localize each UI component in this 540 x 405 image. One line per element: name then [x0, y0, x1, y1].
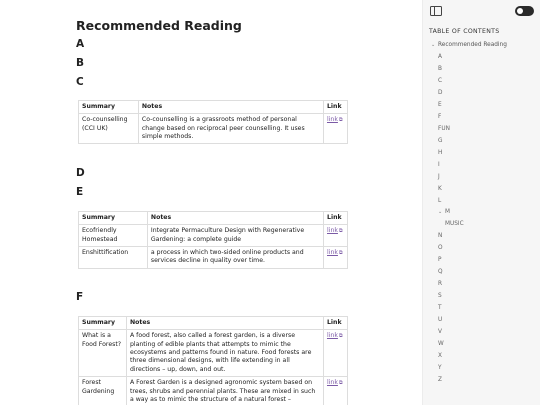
link-cell: link⧉	[322, 376, 349, 405]
toc-item-p[interactable]: P	[438, 257, 442, 263]
column-header-summary: Summary	[78, 210, 148, 226]
external-link[interactable]: link	[327, 379, 338, 386]
notes-cell: Integrate Permaculture Design with Regen…	[146, 224, 325, 248]
column-header-notes: Notes	[125, 315, 324, 331]
toc-item-r[interactable]: R	[438, 281, 442, 287]
reading-table-e: Summary Notes Link Ecofriendly Homestead…	[78, 210, 348, 269]
summary-cell: Ecofriendly Homestead	[78, 224, 148, 248]
toc-item-g[interactable]: G	[438, 138, 443, 144]
reading-table-f: Summary Notes Link What is a Food Forest…	[78, 315, 349, 405]
heading-f: F	[76, 291, 84, 303]
external-link-icon: ⧉	[338, 250, 343, 257]
notes-cell: Co-counselling is a grassroots method of…	[137, 113, 324, 145]
toc-item-m[interactable]: M	[445, 209, 450, 215]
toc-item-u[interactable]: U	[438, 317, 442, 323]
column-header-notes: Notes	[137, 99, 324, 115]
toc-item-d[interactable]: D	[438, 90, 442, 96]
toc-item-x[interactable]: X	[438, 353, 442, 359]
toc-item-a[interactable]: A	[438, 54, 442, 60]
toc-item-v[interactable]: V	[438, 329, 442, 335]
toc-item-w[interactable]: W	[438, 341, 444, 347]
toc-item-o[interactable]: O	[438, 245, 443, 251]
heading-e: E	[76, 186, 84, 198]
link-cell: link⧉	[323, 246, 348, 269]
column-header-summary: Summary	[78, 99, 139, 115]
toggle-knob	[517, 8, 523, 14]
external-link[interactable]: link	[327, 249, 338, 256]
toc-item-i[interactable]: I	[438, 162, 440, 168]
toc-item-c[interactable]: C	[438, 78, 442, 84]
toc-item-n[interactable]: N	[438, 233, 442, 239]
link-cell: link⧉	[322, 329, 349, 378]
heading-b: B	[76, 57, 85, 69]
column-header-summary: Summary	[78, 315, 127, 331]
link-cell: link⧉	[323, 224, 348, 248]
toc-title: TABLE OF CONTENTS	[429, 28, 500, 35]
chevron-down-icon[interactable]: ⌄	[438, 209, 442, 215]
toc-item-b[interactable]: B	[438, 66, 442, 72]
column-header-notes: Notes	[146, 210, 325, 226]
heading-d: D	[76, 167, 85, 179]
summary-cell: Enshittification	[78, 246, 148, 269]
toc-item-t[interactable]: T	[438, 305, 442, 311]
theme-toggle[interactable]	[515, 6, 534, 16]
external-link-icon: ⧉	[338, 117, 343, 124]
summary-cell: What is a Food Forest?	[78, 329, 127, 378]
toc-item-j[interactable]: J	[438, 174, 440, 180]
toc-item-e[interactable]: E	[438, 102, 442, 108]
main-content: Recommended Reading A B C Summary Notes …	[0, 0, 422, 405]
toc-item-h[interactable]: H	[438, 150, 442, 156]
external-link[interactable]: link	[327, 227, 338, 234]
column-header-link: Link	[323, 210, 348, 226]
toc-item-music[interactable]: MUSIC	[445, 221, 464, 227]
summary-cell: Forest Gardening	[78, 376, 127, 405]
external-link-icon: ⧉	[338, 380, 343, 387]
table-row: Enshittification a process in which two-…	[78, 246, 348, 269]
chevron-down-icon[interactable]: ⌄	[431, 42, 435, 48]
table-header-row: Summary Notes Link	[78, 99, 349, 115]
external-link[interactable]: link	[327, 332, 338, 339]
table-header-row: Summary Notes Link	[78, 210, 348, 226]
toc-item-recommended-reading[interactable]: Recommended Reading	[438, 42, 507, 48]
toc-item-k[interactable]: K	[438, 186, 442, 192]
column-header-link: Link	[322, 315, 349, 331]
table-row: Ecofriendly Homestead Integrate Permacul…	[78, 224, 348, 248]
table-header-row: Summary Notes Link	[78, 315, 349, 331]
external-link-icon: ⧉	[338, 333, 343, 340]
toc-sidebar: TABLE OF CONTENTS ⌄ Recommended Reading …	[422, 0, 540, 405]
heading-c: C	[76, 76, 84, 88]
table-row: Co-counselling (CCI UK) Co-counselling i…	[78, 113, 349, 145]
notes-cell: A food forest, also called a forest gard…	[125, 329, 324, 378]
toc-item-fun[interactable]: FUN	[438, 126, 450, 132]
toc-item-z[interactable]: Z	[438, 377, 442, 383]
link-cell: link⧉	[322, 113, 349, 145]
table-row: What is a Food Forest? A food forest, al…	[78, 329, 349, 378]
external-link[interactable]: link	[327, 116, 338, 123]
toc-item-l[interactable]: L	[438, 198, 441, 204]
toc-item-f[interactable]: F	[438, 114, 441, 120]
page-title: Recommended Reading	[76, 18, 242, 33]
external-link-icon: ⧉	[338, 228, 343, 235]
heading-a: A	[76, 38, 85, 50]
summary-cell: Co-counselling (CCI UK)	[78, 113, 139, 145]
notes-cell: A Forest Garden is a designed agronomic …	[125, 376, 324, 405]
toc-item-y[interactable]: Y	[438, 365, 442, 371]
column-header-link: Link	[322, 99, 349, 115]
toc-item-q[interactable]: Q	[438, 269, 443, 275]
reading-table-c: Summary Notes Link Co-counselling (CCI U…	[78, 99, 349, 145]
notes-cell: a process in which two-sided online prod…	[146, 246, 325, 269]
table-row: Forest Gardening A Forest Garden is a de…	[78, 376, 349, 405]
toc-item-s[interactable]: S	[438, 293, 442, 299]
sidebar-panel-icon[interactable]	[430, 6, 442, 16]
